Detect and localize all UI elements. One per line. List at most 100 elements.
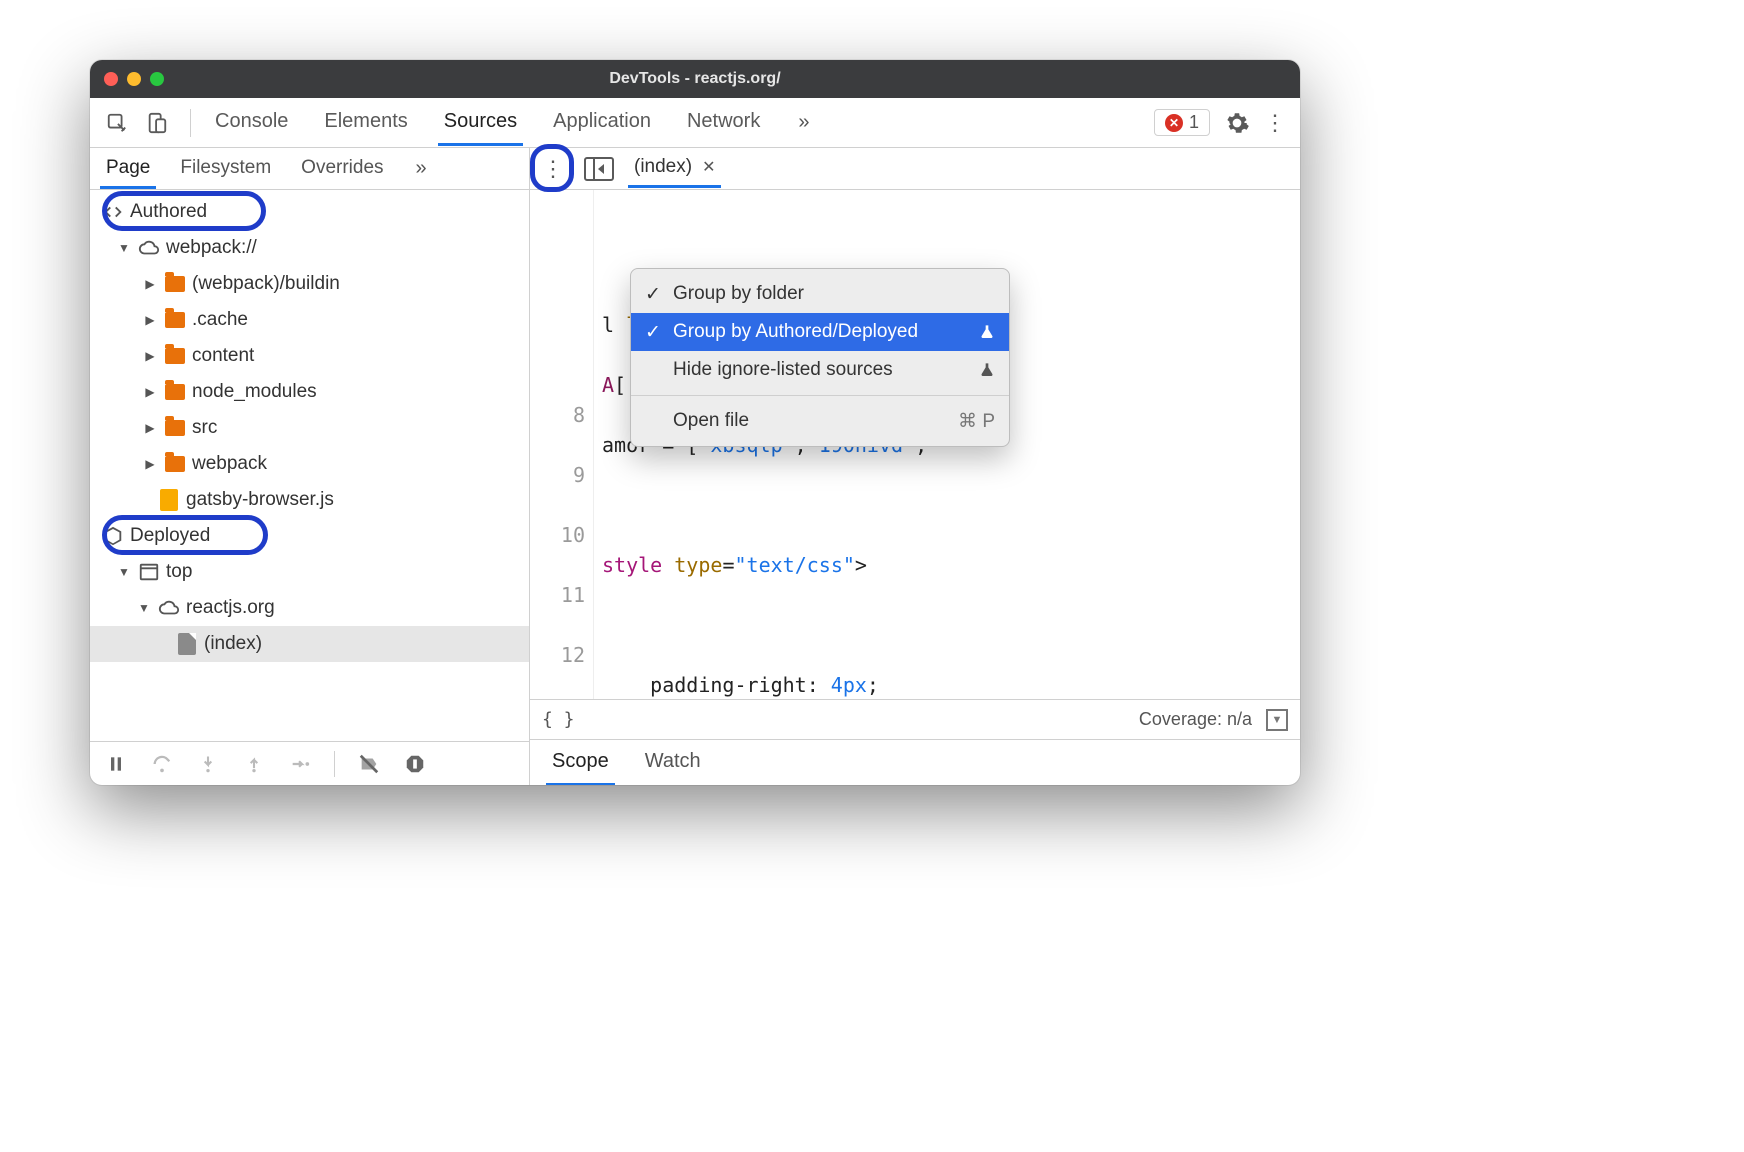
close-tab-icon[interactable]: ✕ <box>702 157 715 177</box>
pause-icon[interactable] <box>104 752 128 776</box>
titlebar: DevTools - reactjs.org/ <box>90 60 1300 98</box>
tree-folder[interactable]: webpack <box>90 446 529 482</box>
deployed-section-header[interactable]: Deployed <box>90 518 529 554</box>
error-icon: ✕ <box>1165 114 1183 132</box>
tree-label: .cache <box>192 309 248 331</box>
tab-elements[interactable]: Elements <box>320 100 411 145</box>
toggle-navigator-icon[interactable] <box>584 156 614 182</box>
menu-item-label: Group by Authored/Deployed <box>673 321 918 343</box>
window-title: DevTools - reactjs.org/ <box>90 70 1300 88</box>
tab-sources[interactable]: Sources <box>440 100 521 145</box>
tree-label: node_modules <box>192 381 317 403</box>
folder-icon <box>165 384 185 400</box>
tab-console[interactable]: Console <box>211 100 292 145</box>
navigator-tabs: Page Filesystem Overrides » <box>90 148 530 189</box>
cloud-icon <box>138 237 160 259</box>
folder-icon <box>165 312 185 328</box>
cloud-icon <box>158 597 180 619</box>
menu-item-shortcut: ⌘ P <box>958 410 995 433</box>
panel-tabs: Console Elements Sources Application Net… <box>211 100 809 145</box>
tree-index-file[interactable]: (index) <box>90 626 529 662</box>
inspect-element-icon[interactable] <box>104 110 130 136</box>
tree-folder[interactable]: (webpack)/buildin <box>90 266 529 302</box>
annotation-highlight-ring <box>102 515 268 555</box>
step-icon[interactable] <box>288 752 312 776</box>
folder-icon <box>165 276 185 292</box>
annotation-highlight-ring <box>530 144 574 192</box>
pretty-print-icon[interactable]: { } <box>542 709 575 730</box>
frame-icon <box>138 561 160 583</box>
coverage-dropdown-icon[interactable]: ▼ <box>1266 709 1288 731</box>
subtab-scope[interactable]: Scope <box>548 740 613 785</box>
coverage-label: Coverage: n/a <box>1139 709 1252 730</box>
debugger-controls <box>90 741 529 785</box>
sources-context-menu: ✓ Group by folder ✓ Group by Authored/De… <box>630 268 1010 447</box>
tree-label: (webpack)/buildin <box>192 273 340 295</box>
tree-label: webpack:// <box>166 237 257 259</box>
tree-label: top <box>166 561 192 583</box>
settings-gear-icon[interactable] <box>1224 110 1250 136</box>
tab-network[interactable]: Network <box>683 100 764 145</box>
device-toolbar-icon[interactable] <box>144 110 170 136</box>
document-icon <box>178 633 196 655</box>
tree-label: content <box>192 345 254 367</box>
error-count-badge[interactable]: ✕ 1 <box>1154 109 1210 136</box>
tab-application[interactable]: Application <box>549 100 655 145</box>
zoom-window-button[interactable] <box>150 72 164 86</box>
tree-folder[interactable]: node_modules <box>90 374 529 410</box>
menu-item-label: Group by folder <box>673 283 804 305</box>
more-panels-button[interactable]: » <box>798 111 809 134</box>
line-gutter: 8 9 10 11 12 13 14 15 16 17 18 <box>530 190 594 699</box>
tree-webpack[interactable]: webpack:// <box>90 230 529 266</box>
step-out-icon[interactable] <box>242 752 266 776</box>
error-count-value: 1 <box>1189 112 1199 133</box>
subtab-overrides[interactable]: Overrides <box>297 149 387 189</box>
step-into-icon[interactable] <box>196 752 220 776</box>
tree-label: webpack <box>192 453 267 475</box>
subtab-page[interactable]: Page <box>102 149 154 189</box>
tree-folder[interactable]: src <box>90 410 529 446</box>
subtab-watch[interactable]: Watch <box>641 740 705 785</box>
menu-item-group-by-authored-deployed[interactable]: ✓ Group by Authored/Deployed <box>631 313 1009 351</box>
tree-label: reactjs.org <box>186 597 275 619</box>
folder-icon <box>165 456 185 472</box>
minimize-window-button[interactable] <box>127 72 141 86</box>
folder-icon <box>165 420 185 436</box>
subtab-filesystem[interactable]: Filesystem <box>176 149 275 189</box>
folder-icon <box>165 348 185 364</box>
menu-separator <box>631 395 1009 396</box>
check-icon: ✓ <box>643 321 663 344</box>
deactivate-breakpoints-icon[interactable] <box>357 752 381 776</box>
editor-file-tab-label: (index) <box>634 156 692 178</box>
tree-label: gatsby-browser.js <box>186 489 334 511</box>
window-controls <box>104 72 164 86</box>
tree-label: src <box>192 417 217 439</box>
tree-file[interactable]: gatsby-browser.js <box>90 482 529 518</box>
tree-domain[interactable]: reactjs.org <box>90 590 529 626</box>
step-over-icon[interactable] <box>150 752 174 776</box>
check-icon: ✓ <box>643 283 663 306</box>
tree-top-frame[interactable]: top <box>90 554 529 590</box>
menu-item-group-by-folder[interactable]: ✓ Group by folder <box>631 275 1009 313</box>
close-window-button[interactable] <box>104 72 118 86</box>
main-menu-icon[interactable]: ⋮ <box>1264 110 1286 136</box>
js-file-icon <box>160 489 178 511</box>
toolbar-separator <box>190 109 191 137</box>
flask-experiment-icon <box>979 361 995 379</box>
tree-folder[interactable]: .cache <box>90 302 529 338</box>
authored-section-header[interactable]: Authored <box>90 194 529 230</box>
debugger-subtabs: Scope Watch <box>530 739 1300 785</box>
menu-item-label: Hide ignore-listed sources <box>673 359 893 381</box>
sources-subbar: Page Filesystem Overrides » ⋮ (index) ✕ <box>90 148 1300 190</box>
main-toolbar: Console Elements Sources Application Net… <box>90 98 1300 148</box>
editor-file-tab[interactable]: (index) ✕ <box>628 150 721 188</box>
menu-item-label: Open file <box>673 410 749 432</box>
more-subtabs-button[interactable]: » <box>416 157 427 180</box>
pause-on-exceptions-icon[interactable] <box>403 752 427 776</box>
menu-item-hide-ignore-listed[interactable]: Hide ignore-listed sources <box>631 351 1009 389</box>
navigator-sidebar: Authored webpack:// (webpack)/buildin .c… <box>90 190 530 785</box>
annotation-highlight-ring <box>102 191 266 231</box>
tree-folder[interactable]: content <box>90 338 529 374</box>
menu-item-open-file[interactable]: Open file ⌘ P <box>631 402 1009 440</box>
sources-more-options-button[interactable]: ⋮ <box>536 152 570 186</box>
